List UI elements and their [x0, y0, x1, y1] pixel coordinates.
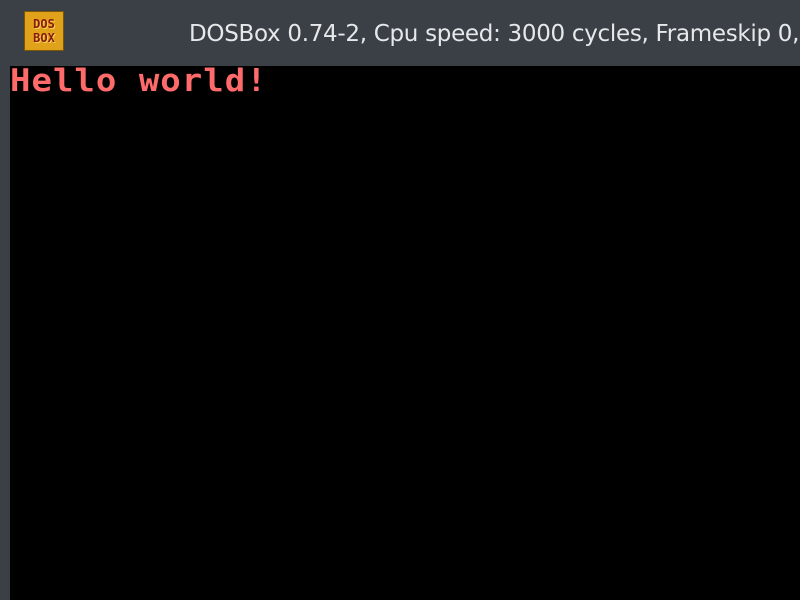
dosbox-app-icon[interactable]: DOS BOX — [24, 11, 64, 51]
window-left-border — [0, 66, 10, 600]
output-line: Hello world! — [10, 62, 268, 100]
title-bar[interactable]: DOS BOX DOSBox 0.74-2, Cpu speed: 3000 c… — [0, 0, 800, 66]
app-icon-line-1: DOS — [33, 17, 55, 31]
dos-screen[interactable]: Hello world! — [10, 62, 800, 600]
app-icon-line-2: BOX — [33, 31, 55, 45]
dosbox-window: DOS BOX DOSBox 0.74-2, Cpu speed: 3000 c… — [0, 0, 800, 600]
window-title: DOSBox 0.74-2, Cpu speed: 3000 cycles, F… — [189, 21, 800, 47]
